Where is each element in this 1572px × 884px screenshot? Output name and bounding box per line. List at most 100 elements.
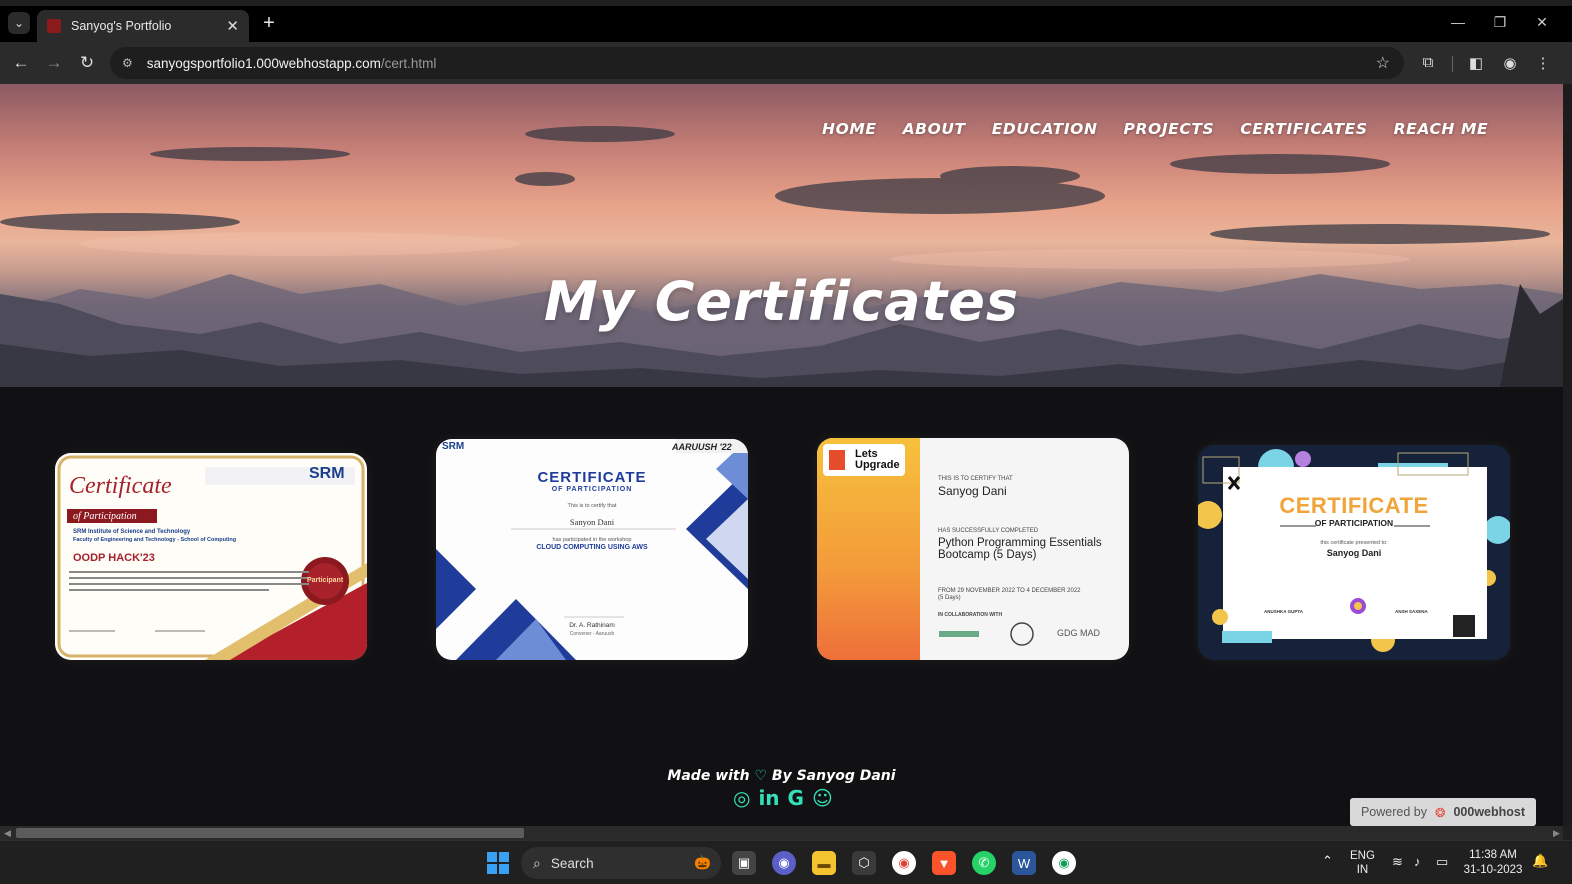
cert3-course: Python Programming Essentials Bootcamp (… [938,537,1102,561]
google-icon[interactable]: G [788,786,804,810]
cert3-name: Sanyog Dani [938,484,1007,498]
nav-projects[interactable]: PROJECTS [1124,120,1215,138]
nav-about[interactable]: ABOUT [903,120,966,138]
nav-home[interactable]: HOME [822,120,877,138]
cert2-badge: AARUUSH '22 [672,442,732,452]
vertical-scrollbar[interactable] [1563,84,1572,826]
site-info-icon[interactable]: ⚙ [122,56,133,70]
bookmark-star-icon[interactable]: ☆ [1376,53,1390,73]
windows-taskbar: ⌕ Search 🎃 ▣ ◉ ▬ ⬡ ◉ ▼ ✆ W ◉ ⌃ ENG IN ≋ … [0,840,1572,884]
task-view-icon[interactable]: ▣ [732,851,756,875]
cert1-dept: Faculty of Engineering and Technology - … [73,537,237,543]
social-links: ◎ in G ☺ [733,786,833,810]
lang-region: IN [1356,864,1369,876]
taskbar-search[interactable]: ⌕ Search 🎃 [521,847,721,879]
back-icon[interactable]: ← [10,52,32,74]
address-bar[interactable]: ⚙ sanyogsportfolio1.000webhostapp.com/ce… [110,47,1404,79]
url-host: sanyogsportfolio1.000webhostapp.com [146,55,381,71]
notification-bell-icon[interactable]: 🔔 [1532,853,1548,869]
powered-by-badge[interactable]: Powered by ❂ 000webhost [1350,798,1536,826]
cert2-signer-role: Convener - Aaruush [569,631,615,637]
whatsapp-icon[interactable]: ✆ [972,851,996,875]
cert1-title: Certificate [69,473,172,499]
file-explorer-icon[interactable]: ▬ [812,851,836,875]
page-viewport: HOME ABOUT EDUCATION PROJECTS CERTIFICAT… [0,84,1563,826]
window-close-icon[interactable]: ✕ [1527,14,1557,31]
teams-chat-icon[interactable]: ◉ [772,851,796,875]
tab-list-button[interactable]: ⌄ [8,12,30,34]
nav-reach-me[interactable]: REACH ME [1394,120,1489,138]
cert1-seal: Participant [307,577,344,584]
cert3-days: (5 Days) [938,595,961,601]
volume-icon[interactable]: ♪ [1414,854,1421,869]
settings-app-icon[interactable]: ⬡ [852,851,876,875]
site-favicon-icon [47,19,61,33]
clock-time: 11:38 AM [1469,849,1517,861]
cert4-subtitle: OF PARTICIPATION [1314,518,1394,528]
scroll-left-icon[interactable]: ◀ [4,826,11,840]
language-indicator[interactable]: ENG IN [1350,849,1375,877]
word-icon[interactable]: W [1012,851,1036,875]
lang-primary: ENG [1350,850,1375,862]
cert2-logo: SRM [442,441,465,452]
horizontal-scrollbar[interactable]: ◀ ▶ [0,826,1563,840]
search-icon: ⌕ [533,854,541,871]
cert1-org: SRM Institute of Science and Technology [73,529,191,535]
cert4-title: CERTIFICATE [1279,493,1429,518]
cert1-event: OODP HACK'23 [73,552,155,564]
active-tab[interactable]: Sanyog's Portfolio ✕ [37,10,249,42]
search-highlight-icon: 🎃 [694,855,711,870]
cert4-presented: this certificate presented to: [1320,540,1388,546]
browser-menu-icon[interactable]: ⋮ [1533,54,1553,72]
tab-title: Sanyog's Portfolio [71,19,172,33]
certificate-card-livethecode[interactable]: CERTIFICATE OF PARTICIPATION this certif… [1198,445,1510,660]
profile-avatar-icon[interactable]: ◉ [1500,54,1520,72]
side-panel-icon[interactable]: ◧ [1466,54,1486,72]
system-clock[interactable]: 11:38 AM 31-10-2023 [1462,848,1524,878]
certificate-card-aws[interactable]: CERTIFICATE OF PARTICIPATION SRM AARUUSH… [436,439,748,660]
cert2-line1: has participated in the workshop [552,537,632,543]
restore-icon[interactable]: ❐ [1485,14,1515,31]
wifi-icon[interactable]: ≋ [1392,854,1403,870]
windows-start-icon[interactable] [486,851,510,875]
battery-icon[interactable]: ▭ [1436,854,1448,870]
certificate-card-oodp[interactable]: Certificate of Participation SRM SRM Ins… [55,453,367,660]
instagram-icon[interactable]: ◎ [733,786,750,810]
chrome-profile-icon[interactable]: ◉ [1052,851,1076,875]
linkedin-icon[interactable]: in [758,786,779,810]
clock-date: 31-10-2023 [1463,864,1523,876]
forward-icon[interactable]: → [43,52,65,74]
tray-overflow-icon[interactable]: ⌃ [1322,853,1333,869]
brave-icon[interactable]: ▼ [932,851,956,875]
cert2-workshop: CLOUD COMPUTING USING AWS [536,544,648,551]
page-title: My Certificates [544,270,1019,333]
footer-author: By Sanyog Dani [771,768,896,784]
tab-strip: ⌄ Sanyog's Portfolio ✕ + — ❐ ✕ [0,6,1572,42]
cert3-partner: GDG MAD [1057,628,1101,638]
minimize-icon[interactable]: — [1443,14,1473,30]
extensions-icon[interactable]: ⧉ [1418,54,1438,71]
hero-banner: HOME ABOUT EDUCATION PROJECTS CERTIFICAT… [0,84,1563,387]
footer-prefix: Made with [667,768,750,784]
reload-icon[interactable]: ↻ [76,52,98,74]
toolbar-separator [1452,56,1453,72]
scrollbar-thumb[interactable] [16,828,524,838]
nav-education[interactable]: EDUCATION [992,120,1098,138]
powered-by-label: Powered by [1360,805,1427,819]
github-icon[interactable]: ☺ [812,786,833,810]
tab-close-icon[interactable]: ✕ [226,17,239,35]
taskbar-search-label: Search [550,855,594,871]
scroll-right-icon[interactable]: ▶ [1553,826,1560,840]
new-tab-button[interactable]: + [258,12,280,34]
cert2-subtitle: OF PARTICIPATION [551,486,633,493]
certificate-card-python[interactable]: Lets Upgrade THIS IS TO CERTIFY THAT San… [817,438,1129,660]
nav-certificates[interactable]: CERTIFICATES [1240,120,1367,138]
flame-icon: ❂ [1434,805,1446,820]
cert3-completed: HAS SUCCESSFULLY COMPLETED [938,528,1039,534]
browser-window: ⌄ Sanyog's Portfolio ✕ + — ❐ ✕ ← → ↻ ⚙ s… [0,0,1572,884]
cert3-collab: IN COLLABORATION WITH [938,612,1003,618]
powered-by-brand: 000webhost [1453,805,1526,819]
cert2-title: CERTIFICATE [537,469,647,486]
cert4-signer1: ANUSHKA GUPTA [1264,609,1303,614]
chrome-icon[interactable]: ◉ [892,851,916,875]
